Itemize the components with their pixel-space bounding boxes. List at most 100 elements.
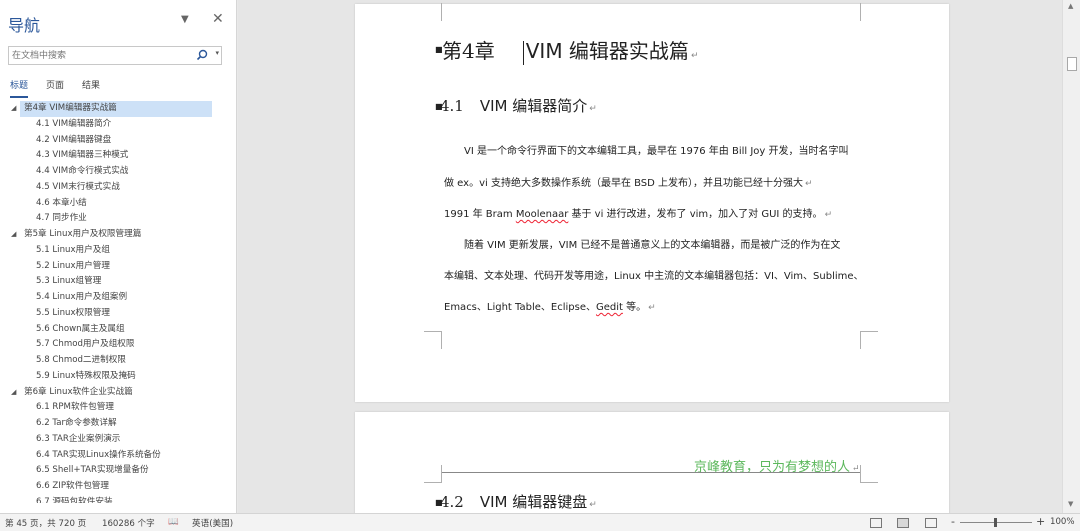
paragraph-mark: ↵	[589, 500, 597, 510]
tree-section-item[interactable]: 6.3 TAR企业案例演示	[0, 432, 236, 448]
tree-section-item[interactable]: 5.5 Linux权限管理	[0, 306, 236, 322]
chapter-title-text: VIM 编辑器实战篇	[525, 39, 689, 63]
zoom-in-button[interactable]: +	[1036, 515, 1045, 528]
tree-section-item[interactable]: 6.5 Shell+TAR实现增量备份	[0, 463, 236, 479]
proofing-icon[interactable]: 📖	[168, 517, 179, 527]
web-layout-icon[interactable]	[925, 518, 937, 528]
tree-item-label: 5.1 Linux用户及组	[36, 244, 110, 255]
tree-item-label: 第5章 Linux用户及权限管理篇	[24, 229, 142, 239]
chapter-title: ■ 第4章 VIM 编辑器实战篇 ↵	[435, 35, 698, 65]
read-mode-icon[interactable]	[870, 518, 882, 528]
nav-tabs: 标题 页面 结果	[10, 78, 100, 98]
body-text-line: 做 ex。vi 支持绝大多数操作系统（最早在 BSD 上发布），并且功能已经十分…	[444, 174, 813, 189]
tree-item-label: 6.6 ZIP软件包管理	[36, 481, 109, 491]
tree-section-item[interactable]: 5.7 Chmod用户及组权限	[0, 337, 236, 353]
chevron-down-icon[interactable]: ▼	[181, 14, 189, 25]
zoom-slider-thumb[interactable]	[994, 518, 997, 527]
body-text-line: 本编辑、文本处理、代码开发等用途，Linux 中主流的文本编辑器包括：VI、Vi…	[444, 271, 864, 282]
tree-section-item[interactable]: 4.4 VIM命令行模式实战	[0, 164, 236, 180]
tree-item-label: 5.3 Linux组管理	[36, 276, 102, 287]
tree-item-label: 5.6 Chown属主及属组	[36, 323, 125, 334]
page-count[interactable]: 第 45 页，共 720 页	[5, 517, 86, 529]
tree-section-item[interactable]: 5.3 Linux组管理	[0, 274, 236, 290]
language-indicator[interactable]: 英语(美国)	[192, 517, 233, 529]
tree-section-item[interactable]: 4.5 VIM末行模式实战	[0, 180, 236, 196]
search-input[interactable]	[9, 47, 189, 64]
tree-section-item[interactable]: 6.1 RPM软件包管理	[0, 400, 236, 416]
zoom-out-button[interactable]: -	[951, 515, 955, 528]
body-text-line: 1991 年 Bram Moolenaar 基于 vi 进行改进，发布了 vim…	[444, 205, 832, 220]
crop-mark	[860, 465, 878, 483]
body-text-line: Emacs、Light Table、Eclipse、Gedit 等。 ↵	[444, 298, 656, 313]
tree-section-item[interactable]: 4.1 VIM编辑器简介	[0, 117, 236, 133]
search-icon[interactable]	[196, 49, 208, 61]
tree-section-item[interactable]: 6.2 Tar命令参数详解	[0, 416, 236, 432]
tree-section-item[interactable]: 4.2 VIM编辑器键盘	[0, 133, 236, 149]
tree-item-label: 6.1 RPM软件包管理	[36, 402, 114, 413]
tree-section-item[interactable]: 5.2 Linux用户管理	[0, 259, 236, 275]
tree-section-item[interactable]: 6.4 TAR实现Linux操作系统备份	[0, 448, 236, 464]
tree-item-label: 4.4 VIM命令行模式实战	[36, 166, 129, 176]
section-number: 4.2	[440, 493, 464, 511]
search-options-dropdown-icon[interactable]: ▾	[215, 49, 219, 57]
collapse-caret-icon[interactable]: ◢	[11, 101, 16, 117]
document-page[interactable]: 京峰教育，只为有梦想的人 ↵ ■ 4.2 VIM 编辑器键盘 ↵	[355, 412, 949, 513]
scroll-down-icon[interactable]: ▼	[1068, 500, 1073, 508]
print-layout-icon[interactable]	[897, 518, 909, 528]
tree-section-item[interactable]: 5.4 Linux用户及组案例	[0, 290, 236, 306]
tree-item-label: 5.2 Linux用户管理	[36, 260, 110, 271]
list-bullet: ■	[435, 45, 443, 54]
tab-headings[interactable]: 标题	[10, 78, 29, 98]
tree-item-label: 5.9 Linux特殊权限及掩码	[36, 370, 136, 381]
collapse-caret-icon[interactable]: ◢	[11, 227, 16, 243]
word-count[interactable]: 160286 个字	[102, 517, 155, 529]
crop-mark	[424, 331, 442, 349]
tree-chapter-item[interactable]: ◢ 第6章 Linux软件企业实战篇	[0, 385, 236, 401]
tree-item-label: 4.3 VIM编辑器三种模式	[36, 150, 129, 161]
tree-section-item[interactable]: 4.3 VIM编辑器三种模式	[0, 148, 236, 164]
tree-item-label: 6.4 TAR实现Linux操作系统备份	[36, 449, 161, 460]
tree-section-item[interactable]: 6.6 ZIP软件包管理	[0, 479, 236, 495]
body-text-line: VI 是一个命令行界面下的文本编辑工具，最早在 1976 年由 Bill Joy…	[464, 146, 849, 157]
header-rule	[442, 472, 860, 473]
section-title: VIM 编辑器简介	[479, 97, 588, 115]
tree-item-label: 6.5 Shell+TAR实现增量备份	[36, 465, 149, 476]
vertical-scrollbar[interactable]: ▲ ▼	[1062, 0, 1080, 513]
tree-item-label: 4.7 同步作业	[36, 213, 87, 224]
nav-search-box[interactable]: ▾	[8, 46, 222, 65]
scroll-up-icon[interactable]: ▲	[1068, 2, 1073, 10]
tree-item-label: 4.1 VIM编辑器简介	[36, 118, 112, 129]
tab-pages[interactable]: 页面	[46, 78, 64, 98]
tree-section-item[interactable]: 6.7 源码包软件安装	[0, 495, 236, 503]
collapse-caret-icon[interactable]: ◢	[11, 385, 16, 401]
tree-item-label: 第4章 VIM编辑器实战篇	[21, 102, 120, 114]
spelling-error[interactable]: Moolenaar	[516, 209, 569, 220]
tree-chapter-item[interactable]: ◢ 第5章 Linux用户及权限管理篇	[0, 227, 236, 243]
tree-item-label: 4.5 VIM末行模式实战	[36, 181, 120, 192]
tree-section-item[interactable]: 5.8 Chmod二进制权限	[0, 353, 236, 369]
tree-item-label: 6.3 TAR企业案例演示	[36, 433, 121, 444]
crop-mark	[424, 3, 442, 21]
body-text-line: 随着 VIM 更新发展，VIM 已经不是普通意义上的文本编辑器，而是被广泛的作为…	[464, 240, 841, 251]
chapter-number: 第4章	[442, 39, 495, 63]
close-icon[interactable]: ✕	[212, 11, 224, 27]
tree-item-label: 6.7 源码包软件安装	[36, 496, 113, 503]
tree-section-item[interactable]: 5.1 Linux用户及组	[0, 243, 236, 259]
tree-section-item[interactable]: 4.6 本章小结	[0, 196, 236, 212]
section-heading: ■ 4.1 VIM 编辑器简介 ↵	[435, 95, 597, 116]
tree-item-label: 5.7 Chmod用户及组权限	[36, 339, 135, 350]
tree-section-item[interactable]: 5.9 Linux特殊权限及掩码	[0, 369, 236, 385]
list-bullet: ■	[435, 498, 443, 507]
tab-results[interactable]: 结果	[82, 78, 100, 98]
tree-section-item[interactable]: 4.7 同步作业	[0, 211, 236, 227]
body-text: 基于 vi 进行改进，发布了 vim，加入了对 GUI 的支持。	[568, 209, 823, 220]
body-text: Emacs、Light Table、Eclipse、	[444, 302, 596, 313]
document-page[interactable]: ■ 第4章 VIM 编辑器实战篇 ↵ ■ 4.1 VIM 编辑器简介 ↵ VI 是一个命…	[355, 3, 949, 402]
zoom-level[interactable]: 100%	[1050, 517, 1075, 527]
tree-section-item[interactable]: 5.6 Chown属主及属组	[0, 322, 236, 338]
document-area[interactable]: ■ 第4章 VIM 编辑器实战篇 ↵ ■ 4.1 VIM 编辑器简介 ↵ VI 是一个命…	[238, 0, 1062, 513]
paragraph-mark: ↵	[648, 303, 656, 313]
spelling-error[interactable]: Gedit	[596, 302, 623, 313]
scroll-thumb[interactable]	[1067, 57, 1077, 71]
tree-chapter-item[interactable]: ◢ 第4章 VIM编辑器实战篇	[0, 101, 236, 117]
